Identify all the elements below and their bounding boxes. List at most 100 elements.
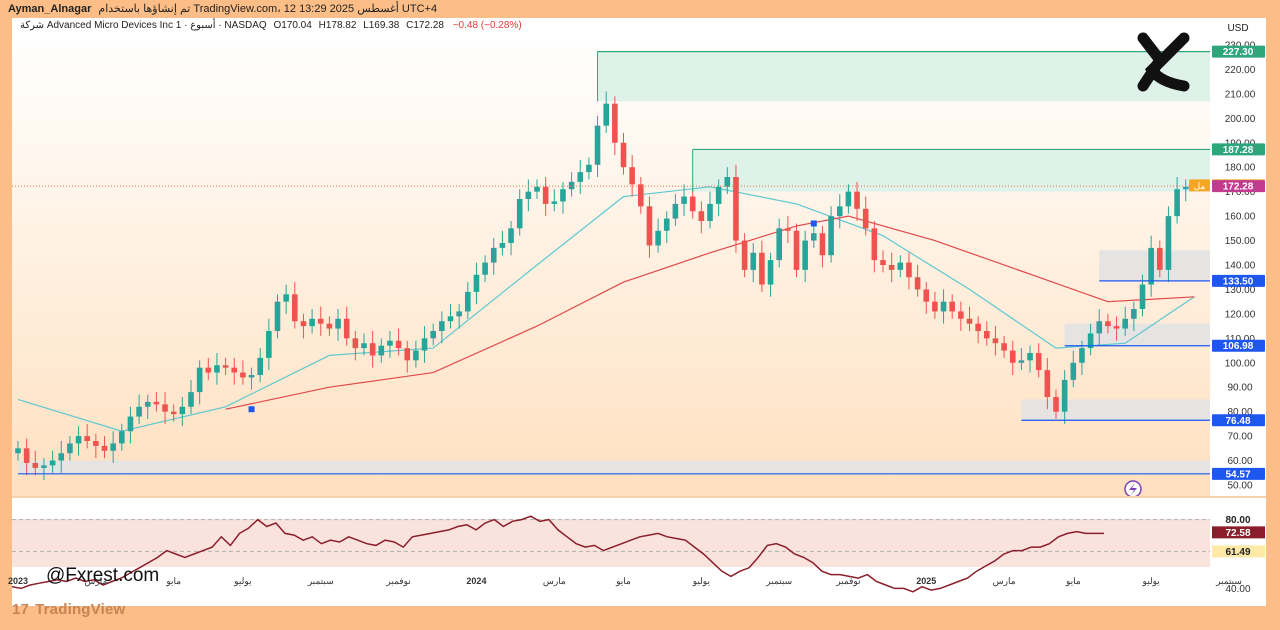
candle-body — [681, 196, 687, 204]
x-tick-label: 2025 — [916, 576, 936, 586]
candle-body — [1009, 350, 1016, 363]
price-tag-label: 187.28 — [1223, 145, 1254, 156]
y-tick-label: 200.00 — [1225, 114, 1256, 125]
x-tick-label: سبتمبر — [1215, 576, 1242, 587]
candle-body — [811, 233, 817, 241]
y-tick-label: 220.00 — [1225, 65, 1256, 76]
candle-body — [482, 262, 488, 275]
y-tick-label: 50.00 — [1227, 481, 1252, 492]
candle-body — [23, 448, 30, 463]
price-zone — [1099, 250, 1210, 281]
candle-body — [309, 318, 315, 327]
tradingview-wordmark: TradingView — [35, 601, 126, 618]
candle-body — [413, 350, 419, 361]
candle-body — [15, 448, 21, 454]
candle-body — [767, 260, 774, 285]
x-tick-label: 2023 — [8, 576, 28, 586]
candle-body — [1122, 318, 1128, 329]
candle-body — [127, 416, 134, 432]
candle-body — [188, 392, 194, 407]
candle-body — [1053, 397, 1059, 412]
candle-body — [940, 301, 947, 312]
candle-body — [638, 184, 644, 207]
marker-icon — [248, 406, 255, 413]
candle-body — [1044, 370, 1051, 397]
price-tag-label: 133.50 — [1223, 276, 1254, 287]
price-tag-label: 106.98 — [1223, 341, 1254, 352]
candle-body — [707, 203, 713, 221]
candle-body — [49, 460, 56, 466]
candle-body — [1070, 362, 1077, 380]
tradingview-logo[interactable]: 17 TradingView — [12, 601, 125, 618]
candle-body — [369, 343, 376, 356]
candle-body — [153, 401, 160, 405]
candle-body — [508, 228, 514, 243]
candle-body — [715, 186, 722, 204]
x-tick-label: مارس — [543, 576, 566, 587]
rsi-tag-label: 80.00 — [1225, 515, 1250, 526]
candle-body — [542, 186, 549, 204]
candle-body — [274, 301, 281, 331]
price-tag-label: 54.57 — [1225, 469, 1250, 480]
level-price-tag: 227.30 — [1212, 45, 1265, 58]
candle-body — [776, 228, 782, 261]
candle-body — [836, 206, 843, 217]
candle-body — [975, 323, 981, 331]
candle-body — [93, 441, 99, 446]
watermark-text: @Fxrest.com — [46, 565, 160, 586]
candle-body — [136, 406, 142, 417]
candle-body — [1131, 309, 1137, 319]
bolt-icon[interactable] — [1124, 480, 1142, 498]
candle-body — [689, 196, 696, 212]
candle-body — [958, 311, 964, 319]
candle-body — [1182, 186, 1189, 190]
candle-body — [932, 301, 938, 312]
candle-body — [525, 191, 532, 199]
price-zone — [692, 149, 1210, 192]
candle-body — [421, 338, 428, 351]
price-zone — [1021, 399, 1210, 421]
candle-body — [1079, 348, 1085, 363]
price-chart[interactable]: USD 50.0060.0070.0080.0090.00100.00110.0… — [0, 0, 1280, 630]
candle-body — [534, 186, 540, 192]
candle-body — [984, 331, 990, 339]
candle-body — [447, 316, 454, 322]
candle-body — [1113, 326, 1120, 329]
tradingview-mark-icon: 17 — [12, 601, 30, 618]
x-tick-label: يوليو — [692, 576, 711, 587]
candle-body — [179, 406, 186, 415]
candle-body — [516, 199, 523, 229]
level-price-tag: 54.57 — [1212, 467, 1265, 480]
candle-body — [923, 289, 930, 302]
candle-body — [871, 228, 878, 261]
candle-body — [361, 343, 367, 349]
candle-body — [1061, 379, 1068, 412]
plot-background — [12, 36, 1210, 496]
rsi-tag: 72.58 — [1212, 526, 1265, 539]
price-tag-label: 227.30 — [1223, 47, 1254, 58]
x-tick-label: نوفمبر — [385, 576, 410, 587]
x-tick-label: يوليو — [233, 576, 252, 587]
candle-body — [240, 372, 246, 378]
candle-body — [1174, 189, 1180, 217]
y-tick-label: 70.00 — [1227, 432, 1252, 443]
candle-body — [352, 338, 359, 349]
candle-body — [58, 453, 65, 461]
candle-body — [594, 125, 601, 165]
candle-body — [785, 228, 791, 231]
candle-body — [880, 260, 886, 265]
candle-body — [551, 201, 558, 204]
candle-body — [1027, 353, 1033, 361]
candle-body — [222, 365, 229, 368]
candle-body — [793, 230, 800, 270]
x-tick-label: سبتمبر — [307, 576, 334, 587]
price-tag-label: 172.28 — [1223, 182, 1254, 193]
candle-body — [170, 411, 177, 415]
candle-body — [698, 211, 705, 221]
y-tick-label: 90.00 — [1227, 383, 1252, 394]
candle-body — [317, 318, 324, 324]
x-tick-label: مايو — [165, 576, 181, 587]
price-zone — [18, 460, 1210, 474]
candle-body — [802, 240, 808, 270]
candle-body — [655, 230, 661, 246]
